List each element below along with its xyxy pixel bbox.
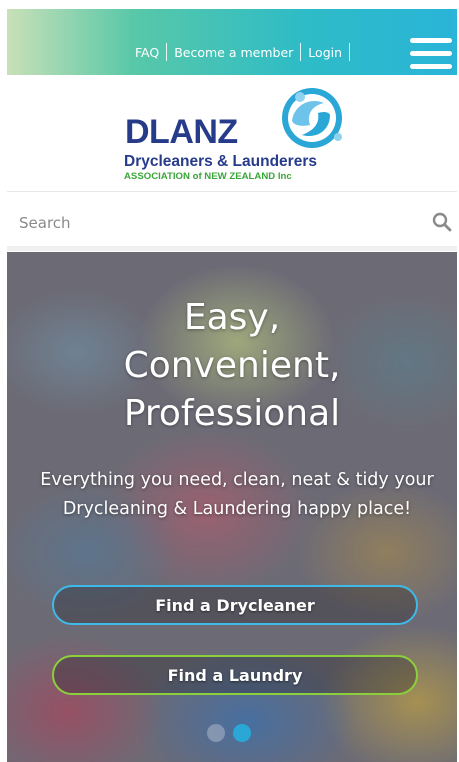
carousel-dot-2[interactable] bbox=[233, 724, 251, 742]
hero-description: Everything you need, clean, neat & tidy … bbox=[40, 470, 434, 519]
hero-title: Easy, Convenient, Professional bbox=[123, 297, 341, 434]
hamburger-line bbox=[410, 64, 452, 69]
carousel-dots bbox=[207, 724, 251, 742]
become-member-link[interactable]: Become a member bbox=[174, 45, 293, 60]
hero-banner: Easy, Convenient, Professional Everythin… bbox=[7, 252, 457, 762]
faq-link[interactable]: FAQ bbox=[135, 45, 159, 60]
hamburger-line bbox=[410, 38, 452, 43]
divider bbox=[7, 246, 457, 251]
nav-divider bbox=[349, 43, 351, 61]
login-link[interactable]: Login bbox=[308, 45, 342, 60]
hamburger-line bbox=[410, 51, 452, 56]
top-header-bar: FAQ Become a member Login bbox=[7, 9, 457, 75]
logo-wordmark: DLANZ bbox=[125, 113, 238, 151]
find-laundry-button[interactable]: Find a Laundry bbox=[52, 655, 418, 695]
search-bar bbox=[7, 201, 457, 245]
nav-divider bbox=[166, 43, 168, 61]
logo-association: ASSOCIATION of NEW ZEALAND Inc bbox=[124, 171, 292, 182]
find-drycleaner-button[interactable]: Find a Drycleaner bbox=[52, 585, 418, 625]
search-input[interactable] bbox=[7, 201, 399, 245]
divider bbox=[7, 191, 457, 192]
site-logo[interactable]: DLANZ Drycleaners & Launderers ASSOCIATI… bbox=[124, 85, 350, 185]
logo-tagline: Drycleaners & Launderers bbox=[124, 153, 317, 170]
hamburger-menu-icon[interactable] bbox=[410, 38, 452, 70]
nav-divider bbox=[300, 43, 302, 61]
search-icon[interactable] bbox=[432, 212, 452, 232]
carousel-dot-1[interactable] bbox=[207, 724, 225, 742]
top-nav: FAQ Become a member Login bbox=[135, 43, 357, 61]
